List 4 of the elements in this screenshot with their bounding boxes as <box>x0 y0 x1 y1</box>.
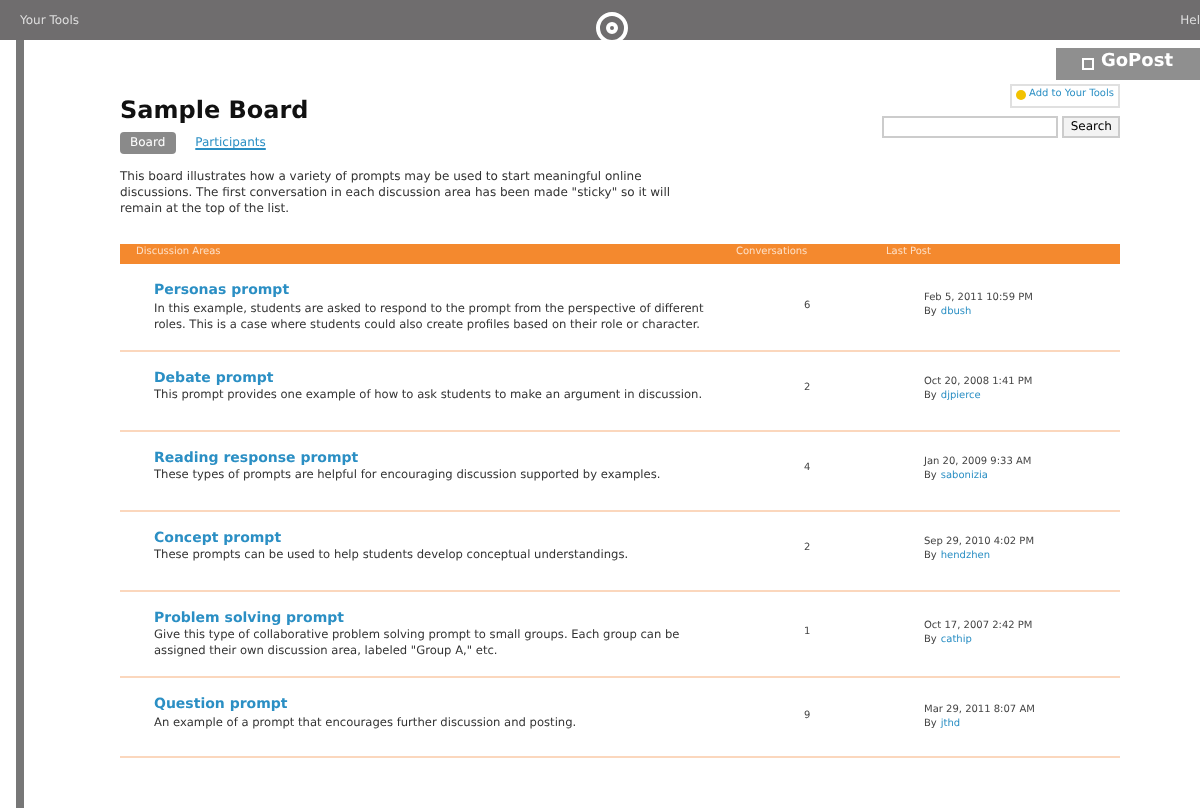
search-field[interactable] <box>882 115 1059 137</box>
post-icon <box>1082 58 1095 70</box>
gopost-button[interactable]: GoPost <box>1056 48 1200 80</box>
board-title: Sample Board <box>120 94 309 128</box>
